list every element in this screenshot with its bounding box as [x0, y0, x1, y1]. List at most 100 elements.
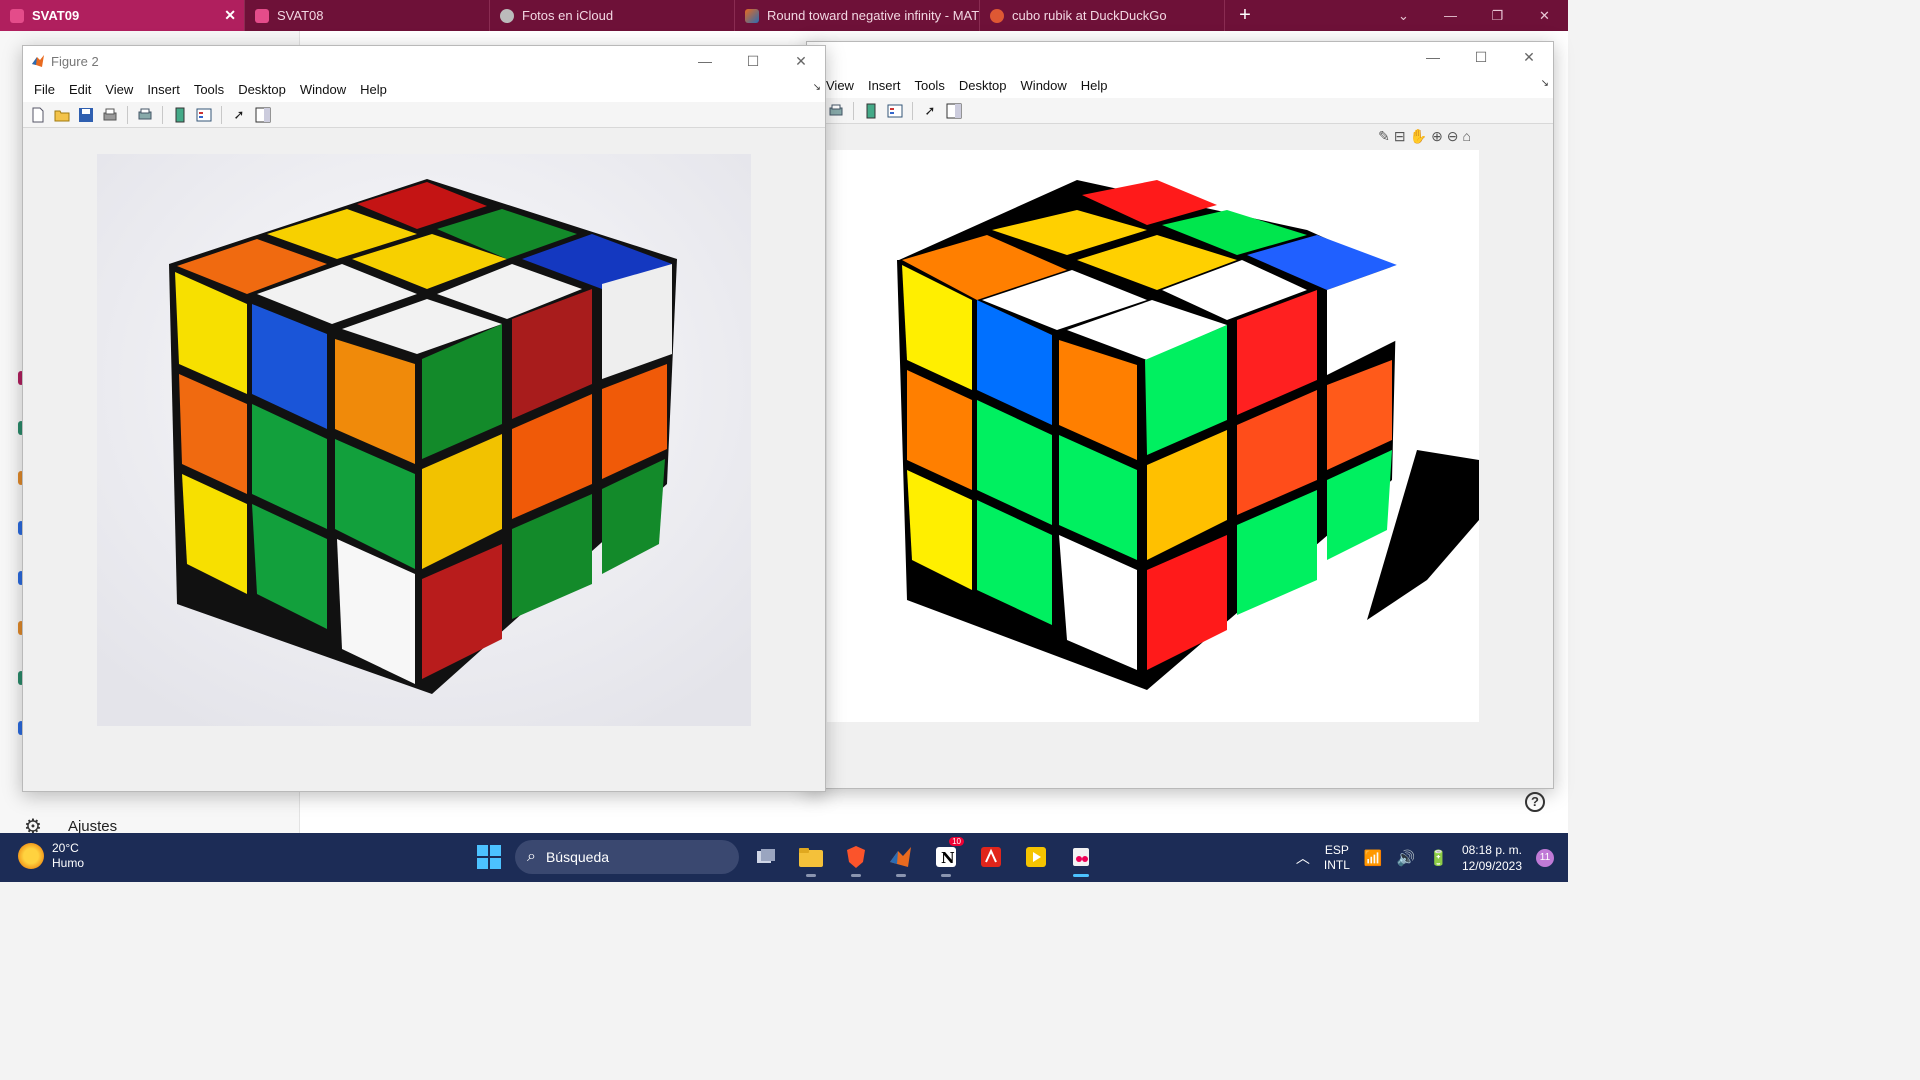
menu-help[interactable]: Help — [1074, 78, 1115, 93]
close-icon[interactable]: ✕ — [1505, 42, 1553, 72]
lang-bottom: INTL — [1323, 857, 1350, 872]
menu-window[interactable]: Window — [293, 82, 353, 97]
tab-duckduckgo[interactable]: cubo rubik at DuckDuckGo — [980, 0, 1225, 31]
tab-svat09[interactable]: SVAT09 ✕ — [0, 0, 245, 31]
save-icon[interactable] — [75, 104, 97, 126]
toolbar-divider — [221, 105, 222, 124]
menu-tools[interactable]: Tools — [907, 78, 951, 93]
close-icon[interactable]: ✕ — [224, 7, 236, 24]
matlab-button[interactable] — [883, 839, 919, 877]
notion-button[interactable]: N 10 — [928, 837, 964, 877]
clock[interactable]: 08:18 p. m. 12/09/2023 — [1462, 842, 1522, 874]
svg-text:N: N — [941, 849, 955, 867]
tab-matlab-docs[interactable]: Round toward negative infinity - MATL — [735, 0, 980, 31]
menu-desktop[interactable]: Desktop — [231, 82, 293, 97]
maximize-icon[interactable]: ☐ — [1457, 42, 1505, 72]
tab-svat08[interactable]: SVAT08 — [245, 0, 490, 31]
help-icon[interactable]: ? — [1525, 792, 1545, 812]
maximize-icon[interactable]: ❐ — [1474, 0, 1521, 31]
tab-label: SVAT08 — [277, 8, 324, 23]
toolbar-divider — [127, 105, 128, 124]
toolbar-divider — [162, 105, 163, 124]
figure1-toolbar: ➚ — [807, 98, 1553, 124]
weather-temp: 20°C — [52, 841, 79, 855]
slides-app-button[interactable] — [1018, 839, 1054, 875]
close-icon[interactable]: ✕ — [777, 46, 825, 76]
windows-logo-icon — [477, 845, 488, 856]
language-indicator[interactable]: ESP INTL — [1324, 843, 1350, 873]
menu-file[interactable]: File — [27, 82, 62, 97]
property-editor-icon[interactable] — [252, 104, 274, 126]
menu-edit[interactable]: Edit — [62, 82, 98, 97]
new-figure-icon[interactable] — [27, 104, 49, 126]
search-placeholder: Búsqueda — [545, 849, 610, 865]
weather-widget[interactable]: 20°C Humo — [18, 841, 84, 871]
figure2-titlebar[interactable]: Figure 2 — ☐ ✕ — [23, 46, 825, 76]
menu-window[interactable]: Window — [1014, 78, 1074, 93]
window-controls: — ☐ ✕ — [1409, 42, 1553, 72]
print-icon[interactable] — [99, 104, 121, 126]
chevron-up-icon[interactable]: ︿ — [1296, 848, 1310, 868]
minimize-icon[interactable]: — — [1427, 0, 1474, 31]
datatip-icon[interactable]: ⊟ — [1394, 128, 1406, 145]
taskbar-search[interactable]: ⌕ Búsqueda — [515, 840, 739, 874]
print-icon[interactable] — [825, 100, 847, 122]
notion-badge: 10 — [949, 837, 964, 846]
profile-icon — [10, 8, 24, 23]
pointer-icon[interactable]: ➚ — [919, 100, 941, 122]
clock-date: 12/09/2023 — [1461, 858, 1522, 873]
open-file-icon[interactable] — [51, 104, 73, 126]
menu-insert[interactable]: Insert — [140, 82, 187, 97]
menu-tools[interactable]: Tools — [187, 82, 231, 97]
brave-browser-button[interactable] — [838, 839, 874, 877]
system-tray: ︿ ESP INTL 📶 🔊 🔋 08:18 p. m. 12/09/2023 … — [1296, 833, 1554, 882]
zoom-out-icon[interactable]: ⊖ — [1447, 128, 1459, 145]
pointer-icon[interactable]: ➚ — [228, 104, 250, 126]
tab-fotos-icloud[interactable]: Fotos en iCloud — [490, 0, 735, 31]
legend-icon[interactable] — [193, 104, 215, 126]
menu-insert[interactable]: Insert — [861, 78, 908, 93]
window-controls: — ☐ ✕ — [681, 46, 825, 76]
battery-icon[interactable]: 🔋 — [1429, 849, 1448, 867]
menu-view[interactable]: View — [98, 82, 140, 97]
colorbar-icon[interactable] — [169, 104, 191, 126]
snipping-tool-button[interactable] — [1063, 839, 1099, 877]
original-cube-image — [97, 154, 751, 726]
acrobat-button[interactable] — [973, 839, 1009, 875]
figure-window-original[interactable]: Figure 2 — ☐ ✕ File Edit View Insert Too… — [22, 45, 826, 792]
dock-arrow-icon[interactable]: ↘ — [1541, 78, 1549, 89]
tab-label: Fotos en iCloud — [522, 8, 614, 23]
search-icon: ⌕ — [527, 848, 536, 865]
figure-window-processed[interactable]: — ☐ ✕ View Insert Tools Desktop Window H… — [806, 41, 1554, 812]
volume-icon[interactable]: 🔊 — [1397, 849, 1416, 867]
pan-icon[interactable]: ✋ — [1410, 128, 1427, 145]
menu-help[interactable]: Help — [353, 82, 394, 97]
property-editor-icon[interactable] — [943, 100, 965, 122]
wifi-icon[interactable]: 📶 — [1364, 849, 1383, 867]
matlab-icon — [745, 8, 759, 23]
colorbar-icon[interactable] — [860, 100, 882, 122]
minimize-icon[interactable]: — — [1409, 42, 1457, 72]
dock-arrow-icon[interactable]: ↘ — [813, 82, 821, 93]
menu-desktop[interactable]: Desktop — [952, 78, 1014, 93]
legend-icon[interactable] — [884, 100, 906, 122]
print-preview-icon[interactable] — [134, 104, 156, 126]
notification-badge[interactable]: 11 — [1536, 848, 1554, 867]
weather-icon — [18, 843, 44, 869]
maximize-icon[interactable]: ☐ — [729, 46, 777, 76]
close-icon[interactable]: ✕ — [1521, 0, 1568, 31]
start-button[interactable] — [477, 845, 501, 869]
apple-icon — [500, 8, 514, 23]
tab-label: Round toward negative infinity - MATL — [767, 8, 980, 23]
minimize-icon[interactable]: — — [681, 46, 729, 76]
profile-icon — [255, 8, 269, 23]
zoom-in-icon[interactable]: ⊕ — [1431, 128, 1443, 145]
task-view-button[interactable] — [748, 839, 784, 875]
home-icon[interactable]: ⌂ — [1463, 128, 1471, 145]
file-explorer-button[interactable] — [793, 839, 829, 877]
processed-cube-image — [827, 150, 1479, 722]
tab-list-icon[interactable]: ⌄ — [1380, 0, 1427, 31]
new-tab-button[interactable]: + — [1225, 4, 1265, 27]
brush-icon[interactable]: ✎ — [1378, 128, 1390, 145]
figure1-titlebar[interactable]: — ☐ ✕ — [807, 42, 1553, 72]
